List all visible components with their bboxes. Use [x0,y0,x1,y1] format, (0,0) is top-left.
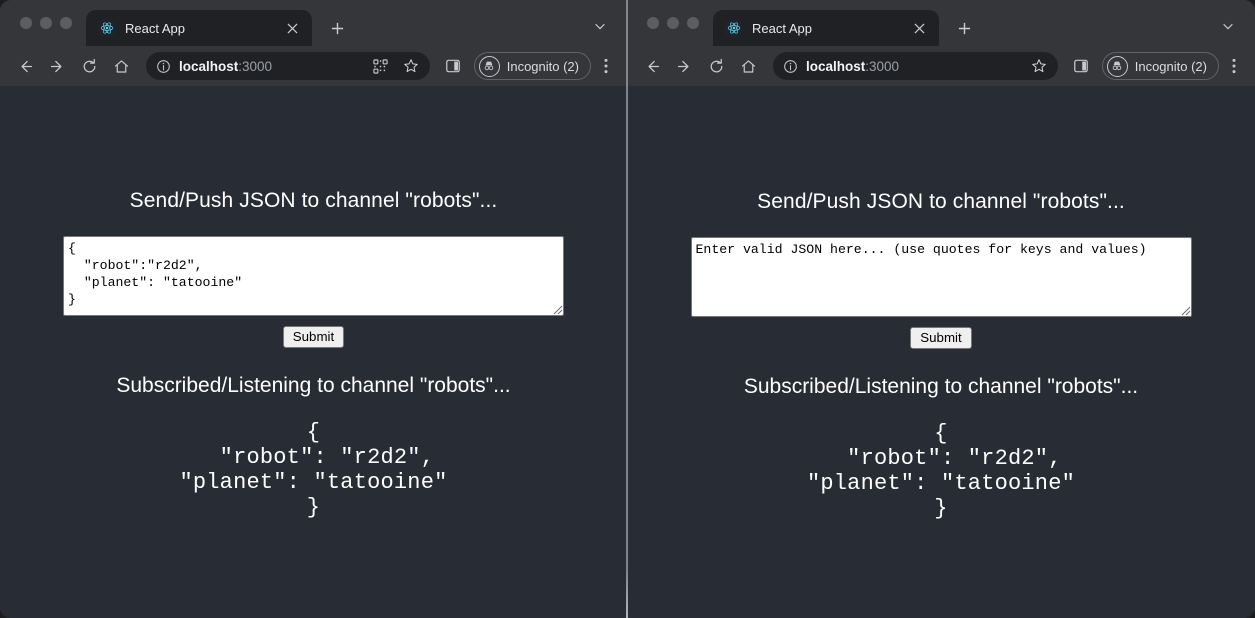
chevron-down-icon[interactable] [583,9,617,43]
tab-strip: React App [627,0,1255,46]
json-output: { "robot": "r2d2", "planet": "tatooine" … [179,420,447,520]
url-text: localhost:3000 [179,59,362,74]
browser-tab[interactable]: React App [713,10,939,46]
browser-window-left: React App [0,0,627,618]
incognito-indicator[interactable]: Incognito (2) [1102,52,1219,80]
home-button[interactable] [733,51,763,81]
listen-heading: Subscribed/Listening to channel "robots"… [116,374,510,398]
star-icon[interactable] [1028,55,1050,77]
site-info-icon[interactable] [156,59,171,74]
url-path: :3000 [238,59,272,74]
listen-heading: Subscribed/Listening to channel "robots"… [744,375,1138,399]
reload-button[interactable] [701,51,731,81]
kebab-menu-icon[interactable] [593,51,619,81]
url-host: localhost [179,59,238,74]
home-button[interactable] [106,51,136,81]
close-tab-icon[interactable] [909,18,929,38]
address-bar[interactable]: localhost:3000 [146,52,430,80]
incognito-icon [479,56,500,77]
forward-button[interactable] [669,51,699,81]
tab-title: React App [125,21,272,36]
dual-browser-screen: React App [0,0,1255,618]
forward-button[interactable] [42,51,72,81]
site-info-icon[interactable] [783,59,798,74]
react-logo-icon [98,20,115,37]
qr-code-icon[interactable] [370,55,392,77]
new-tab-button[interactable] [322,13,352,43]
incognito-label: Incognito (2) [1135,59,1207,74]
close-tab-icon[interactable] [282,18,302,38]
submit-button[interactable]: Submit [910,327,971,349]
window-divider [626,0,628,618]
chevron-down-icon[interactable] [1211,9,1245,43]
send-heading: Send/Push JSON to channel "robots"... [130,188,498,213]
json-input-wrapper [691,214,1192,317]
web-page-content-left: Send/Push JSON to channel "robots"... Su… [0,86,627,618]
new-tab-button[interactable] [949,13,979,43]
json-input-textarea[interactable] [63,236,564,316]
browser-window-right: React App [627,0,1255,618]
json-input-wrapper [63,213,564,316]
json-input-textarea[interactable] [691,237,1192,317]
url-host: localhost [806,59,865,74]
window-traffic-lights [14,0,86,46]
browser-toolbar: localhost:3000 [0,46,627,86]
close-window-button[interactable] [20,17,32,29]
tab-strip: React App [0,0,627,46]
submit-button[interactable]: Submit [283,326,344,348]
react-logo-icon [725,20,742,37]
window-traffic-lights [641,0,713,46]
maximize-window-button[interactable] [687,17,699,29]
side-panel-icon[interactable] [1066,51,1096,81]
minimize-window-button[interactable] [40,17,52,29]
browser-tab[interactable]: React App [86,10,312,46]
send-heading: Send/Push JSON to channel "robots"... [757,189,1125,214]
kebab-menu-icon[interactable] [1221,51,1247,81]
close-window-button[interactable] [647,17,659,29]
incognito-label: Incognito (2) [507,59,579,74]
url-path: :3000 [865,59,899,74]
address-bar[interactable]: localhost:3000 [773,52,1058,80]
maximize-window-button[interactable] [60,17,72,29]
back-button[interactable] [10,51,40,81]
side-panel-icon[interactable] [438,51,468,81]
back-button[interactable] [637,51,667,81]
incognito-icon [1107,56,1128,77]
tab-title: React App [752,21,899,36]
incognito-indicator[interactable]: Incognito (2) [474,52,591,80]
url-text: localhost:3000 [806,59,1020,74]
star-icon[interactable] [400,55,422,77]
json-output: { "robot": "r2d2", "planet": "tatooine" … [807,421,1075,521]
browser-toolbar: localhost:3000 Incognito (2) [627,46,1255,86]
minimize-window-button[interactable] [667,17,679,29]
reload-button[interactable] [74,51,104,81]
web-page-content-right: Send/Push JSON to channel "robots"... Su… [627,86,1255,618]
